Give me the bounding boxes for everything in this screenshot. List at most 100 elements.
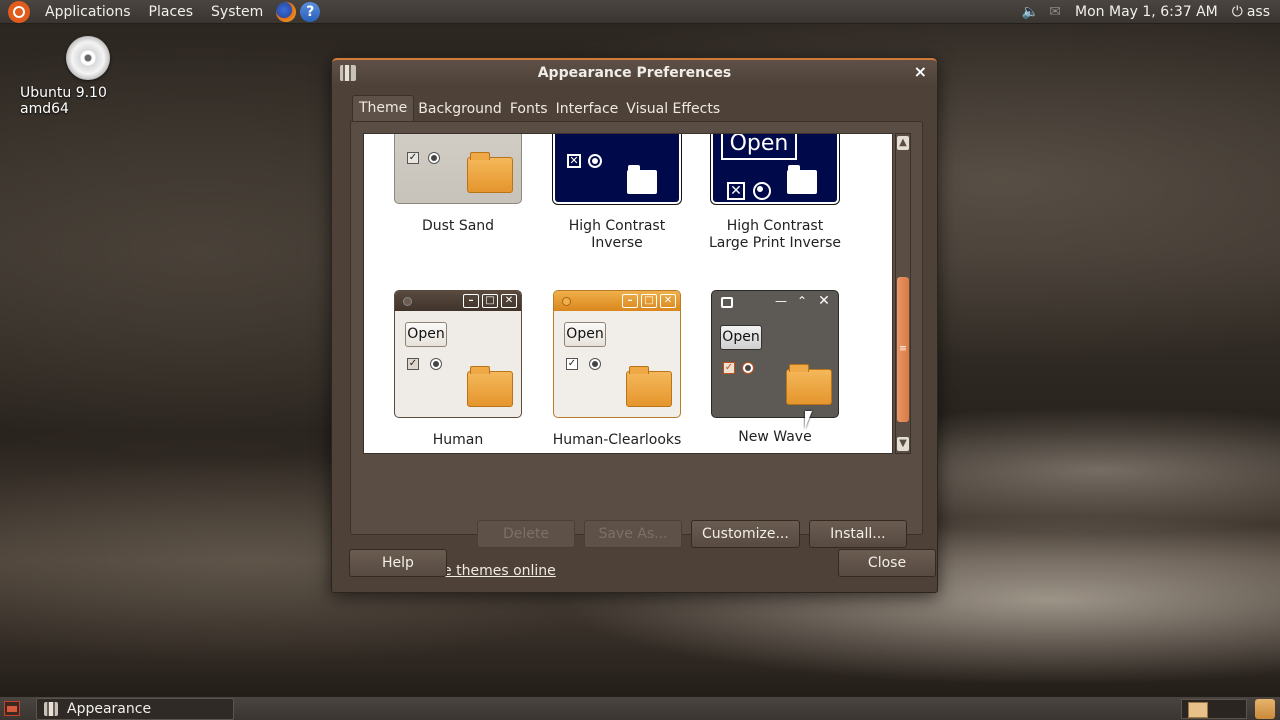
folder-icon xyxy=(467,366,513,407)
theme-item-high-contrast-large-print-inverse[interactable]: Open ✕ High Contrast Large Print Inverse xyxy=(705,134,845,252)
preview-checkbox: ✕ xyxy=(567,154,581,168)
preview-checkbox: ✕ xyxy=(727,182,745,200)
tab-fonts[interactable]: Fonts xyxy=(506,97,552,121)
preview-window-dot xyxy=(562,297,571,306)
top-panel: Applications Places System ? 🔈 ✉ Mon May… xyxy=(0,0,1280,24)
theme-item-high-contrast-inverse[interactable]: ✕ High Contrast Inverse xyxy=(547,134,687,252)
window-titlebar[interactable]: Appearance Preferences × xyxy=(332,58,937,86)
menu-places[interactable]: Places xyxy=(140,4,203,20)
bottom-panel: Appearance Preferences xyxy=(0,696,1280,720)
theme-name: New Wave xyxy=(738,429,812,445)
scrollbar-thumb[interactable]: ≡ xyxy=(897,277,909,422)
user-menu[interactable]: ⏻ ass xyxy=(1232,4,1270,20)
theme-name: High Contrast Inverse xyxy=(568,218,666,251)
workspace-switcher[interactable] xyxy=(1181,699,1247,719)
preview-titlebar: – □ ✕ xyxy=(554,291,680,311)
help-button[interactable]: Help xyxy=(349,549,447,577)
theme-item-new-wave[interactable]: — ⌃ ✕ Open ✓ New Wave xyxy=(705,290,845,446)
theme-list[interactable]: ✓ Dust Sand ✕ High Contrast Inverse Open xyxy=(363,133,893,454)
minimize-icon: — xyxy=(775,294,787,308)
theme-preview: – □ ✕ Open ✓ xyxy=(394,290,522,418)
scroll-down-icon[interactable]: ▼ xyxy=(897,437,909,451)
show-desktop-icon[interactable] xyxy=(4,701,20,716)
close-icon: ✕ xyxy=(818,293,830,309)
folder-icon xyxy=(626,366,672,407)
help-icon[interactable]: ? xyxy=(300,1,321,22)
maximize-icon: □ xyxy=(641,294,657,308)
theme-preview: – □ ✕ Open ✓ xyxy=(553,290,681,418)
theme-name: Human xyxy=(432,432,484,448)
preview-window-icon xyxy=(721,297,733,308)
install-button[interactable]: Install... xyxy=(808,520,907,548)
taskbar-item-appearance-preferences[interactable]: Appearance Preferences xyxy=(36,698,234,720)
preview-checkbox: ✓ xyxy=(723,362,735,374)
power-icon: ⏻ xyxy=(1231,4,1243,20)
save-as-button[interactable]: Save As... xyxy=(584,520,682,548)
preview-open-button: Open xyxy=(405,322,447,347)
theme-item-human[interactable]: – □ ✕ Open ✓ Human xyxy=(388,290,528,449)
theme-list-scrollbar[interactable]: ▲ ≡ ▼ xyxy=(895,133,911,454)
minimize-icon: – xyxy=(463,294,479,308)
customize-button[interactable]: Customize... xyxy=(691,520,800,548)
preview-open-button: Open xyxy=(721,134,797,160)
taskbar-item-label: Appearance Preferences xyxy=(67,701,152,717)
preview-titlebar: – □ ✕ xyxy=(395,291,521,311)
theme-item-dust-sand[interactable]: ✓ Dust Sand xyxy=(388,134,528,235)
desktop-icon-label: Ubuntu 9.10 amd64 xyxy=(20,85,107,117)
minimize-icon: – xyxy=(622,294,638,308)
tab-background[interactable]: Background xyxy=(414,97,506,121)
tab-visual-effects[interactable]: Visual Effects xyxy=(622,97,724,121)
close-icon: ✕ xyxy=(501,294,517,308)
maximize-icon: ⌃ xyxy=(796,294,808,308)
menu-applications[interactable]: Applications xyxy=(36,4,140,20)
window-title: Appearance Preferences xyxy=(537,65,732,81)
preview-radio xyxy=(430,358,442,370)
preview-radio xyxy=(589,358,601,370)
cd-icon xyxy=(66,36,110,80)
theme-name: High Contrast Large Print Inverse xyxy=(708,218,842,251)
clock[interactable]: Mon May 1, 6:37 AM xyxy=(1075,4,1218,20)
preview-radio xyxy=(753,182,771,200)
trash-icon[interactable] xyxy=(1255,699,1275,719)
delete-button[interactable]: Delete xyxy=(477,520,575,548)
appearance-preferences-window: Appearance Preferences × Theme Backgroun… xyxy=(331,57,938,593)
tab-bar: Theme Background Fonts Interface Visual … xyxy=(352,95,724,121)
user-name: ass xyxy=(1246,4,1270,20)
folder-icon xyxy=(786,364,832,405)
close-icon[interactable]: × xyxy=(914,62,927,81)
theme-action-buttons: Delete Save As... Customize... Install..… xyxy=(477,520,907,548)
mail-icon[interactable]: ✉ xyxy=(1049,4,1061,20)
tab-theme[interactable]: Theme xyxy=(352,95,415,121)
preview-titlebar: — ⌃ ✕ xyxy=(712,291,838,311)
firefox-icon[interactable] xyxy=(276,1,297,22)
theme-preview: ✓ xyxy=(394,134,522,204)
preview-radio xyxy=(428,152,440,164)
preview-open-button: Open xyxy=(720,325,762,350)
preview-open-button: Open xyxy=(564,322,606,347)
appearance-app-icon xyxy=(340,65,356,81)
volume-icon[interactable]: 🔈 xyxy=(1022,4,1039,20)
scroll-up-icon[interactable]: ▲ xyxy=(897,136,909,150)
mouse-cursor-icon xyxy=(805,411,812,429)
theme-tab-panel: ✓ Dust Sand ✕ High Contrast Inverse Open xyxy=(350,121,923,579)
menu-system[interactable]: System xyxy=(202,4,272,20)
ubuntu-logo-icon[interactable] xyxy=(8,0,30,23)
close-button[interactable]: Close xyxy=(838,549,936,577)
close-icon: ✕ xyxy=(660,294,676,308)
tab-interface[interactable]: Interface xyxy=(552,97,623,121)
preview-window-dot xyxy=(403,297,412,306)
theme-item-human-clearlooks[interactable]: – □ ✕ Open ✓ Human-Clearlooks xyxy=(547,290,687,449)
appearance-app-icon xyxy=(44,702,58,716)
preview-checkbox: ✓ xyxy=(407,358,419,370)
theme-name: Dust Sand xyxy=(421,218,495,234)
preview-checkbox: ✓ xyxy=(407,152,419,164)
preview-checkbox: ✓ xyxy=(566,358,578,370)
folder-icon xyxy=(627,165,657,194)
theme-name: Human-Clearlooks xyxy=(552,432,682,448)
system-tray: 🔈 ✉ Mon May 1, 6:37 AM ⏻ ass xyxy=(1022,0,1280,24)
folder-icon xyxy=(467,152,513,193)
desktop-icon-ubuntu-cd[interactable]: Ubuntu 9.10 amd64 xyxy=(20,36,156,117)
theme-preview: — ⌃ ✕ Open ✓ xyxy=(711,290,839,418)
folder-icon xyxy=(787,165,817,194)
theme-preview: ✕ xyxy=(553,134,681,204)
